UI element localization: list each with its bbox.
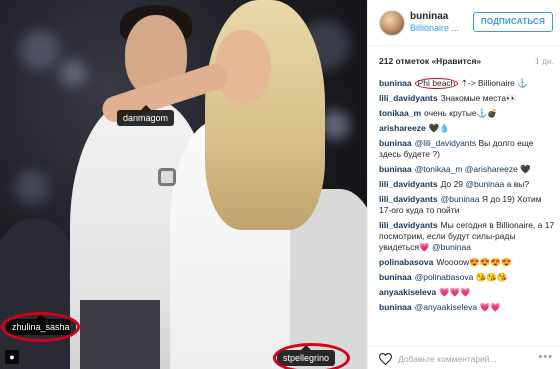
comment-composer: •••	[368, 346, 560, 369]
post-header: buninaa Billionaire ... ПОДПИСАТЬСЯ	[368, 0, 560, 46]
comment-username[interactable]: buninaa	[379, 164, 412, 174]
comment-input[interactable]	[398, 351, 533, 366]
comment-text: 😘😘😘	[473, 272, 508, 282]
more-options-icon[interactable]: •••	[538, 351, 553, 363]
highlight-circle	[273, 343, 350, 369]
watch-icon	[158, 168, 176, 186]
background-person	[0, 219, 80, 369]
comment-username[interactable]: arishareeze	[379, 123, 426, 133]
comment-text: 🖤💧	[428, 123, 450, 133]
background-light	[20, 30, 60, 70]
heart-icon[interactable]	[379, 353, 392, 365]
comment-username[interactable]: lili_davidyants	[379, 220, 438, 230]
background-light	[60, 60, 86, 86]
tagged-people-icon[interactable]: ●	[5, 350, 19, 364]
comment-item: buninaa @anyaakiseleva 💗💗	[379, 302, 555, 313]
comment-item: arishareeze 🖤💧	[379, 123, 555, 134]
comment-item: anyaakiseleva 💗💗💗	[379, 287, 555, 298]
location-mention: Phi beach	[414, 78, 459, 89]
comment-username[interactable]: lili_davidyants	[379, 194, 438, 204]
comment-username[interactable]: buninaa	[379, 138, 412, 148]
comment-username[interactable]: buninaa	[379, 272, 412, 282]
user-tag-danmagom[interactable]: danmagom	[117, 105, 175, 126]
comment-item: buninaa @polinabasova 😘😘😘	[379, 272, 555, 283]
follow-button[interactable]: ПОДПИСАТЬСЯ	[473, 12, 553, 32]
comment-item: lili_davidyants До 29 @buninaa а вы?	[379, 179, 555, 190]
avatar[interactable]	[379, 10, 405, 36]
comment-username[interactable]: lili_davidyants	[379, 93, 438, 103]
man-pants	[80, 300, 160, 369]
comment-mention[interactable]: @buninaa	[441, 194, 480, 204]
comment-item: buninaa Phi beach ⇡-> Billionaire ⚓	[379, 78, 555, 89]
post-details-panel: buninaa Billionaire ... ПОДПИСАТЬСЯ 212 …	[367, 0, 560, 369]
comment-mention[interactable]: @anyaakiseleva	[415, 302, 478, 312]
comment-text: Знакомые места👀	[440, 93, 517, 103]
author-username[interactable]: buninaa	[410, 11, 448, 22]
comment-username[interactable]: anyaakiseleva	[379, 287, 436, 297]
comment-mention[interactable]: @buninaa	[432, 242, 471, 252]
comment-mention[interactable]: @polinabasova	[415, 272, 474, 282]
comment-text: 🖤	[517, 164, 531, 174]
post-photo[interactable]: danmagom zhulina_sasha stpellegrino ●	[0, 0, 367, 369]
comment-mention[interactable]: @lili_davidyants	[415, 138, 477, 148]
highlight-circle	[1, 312, 80, 342]
comment-username[interactable]: tonikaa_m	[379, 108, 421, 118]
comment-item: polinabasova Woooow😍😍😍😍	[379, 257, 555, 268]
comment-item: buninaa @tonikaa_m @arishareeze 🖤	[379, 164, 555, 175]
comment-item: lili_davidyants Мы сегодня в Billionaire,…	[379, 220, 555, 253]
comment-text: Woooow😍😍😍😍	[436, 257, 512, 267]
comment-item: buninaa @lili_davidyants Вы долго еще зде…	[379, 138, 555, 160]
comment-text: а вы?	[504, 179, 530, 189]
post-age[interactable]: 1 дн.	[535, 56, 554, 66]
comment-text: До 29	[440, 179, 466, 189]
comment-username[interactable]: buninaa	[379, 302, 412, 312]
comments-list: buninaa Phi beach ⇡-> Billionaire ⚓ lili_…	[379, 78, 555, 317]
comment-mention[interactable]: @buninaa	[465, 179, 504, 189]
comment-item: lili_davidyants Знакомые места👀	[379, 93, 555, 104]
background-light	[15, 170, 49, 204]
likes-count[interactable]: 212 отметок «Нравится»	[379, 56, 481, 66]
comment-text: очень крутые⚓💣	[424, 108, 498, 118]
comment-username[interactable]: polinabasova	[379, 257, 433, 267]
comment-username[interactable]: lili_davidyants	[379, 179, 438, 189]
comment-text: 💗💗	[477, 302, 501, 312]
comment-mention[interactable]: @tonikaa_m @arishareeze	[415, 164, 518, 174]
post-stats: 212 отметок «Нравится» 1 дн.	[379, 56, 554, 70]
comment-item: tonikaa_m очень крутые⚓💣	[379, 108, 555, 119]
comment-text: ⇡-> Billionaire ⚓	[458, 78, 528, 88]
comment-item: lili_davidyants @buninaa Я до 19) Хотим 1…	[379, 194, 555, 216]
comment-username[interactable]: buninaa	[379, 78, 412, 88]
comment-text: 💗💗💗	[439, 287, 471, 297]
woman-hair	[205, 0, 325, 230]
post-location[interactable]: Billionaire ...	[410, 23, 459, 33]
